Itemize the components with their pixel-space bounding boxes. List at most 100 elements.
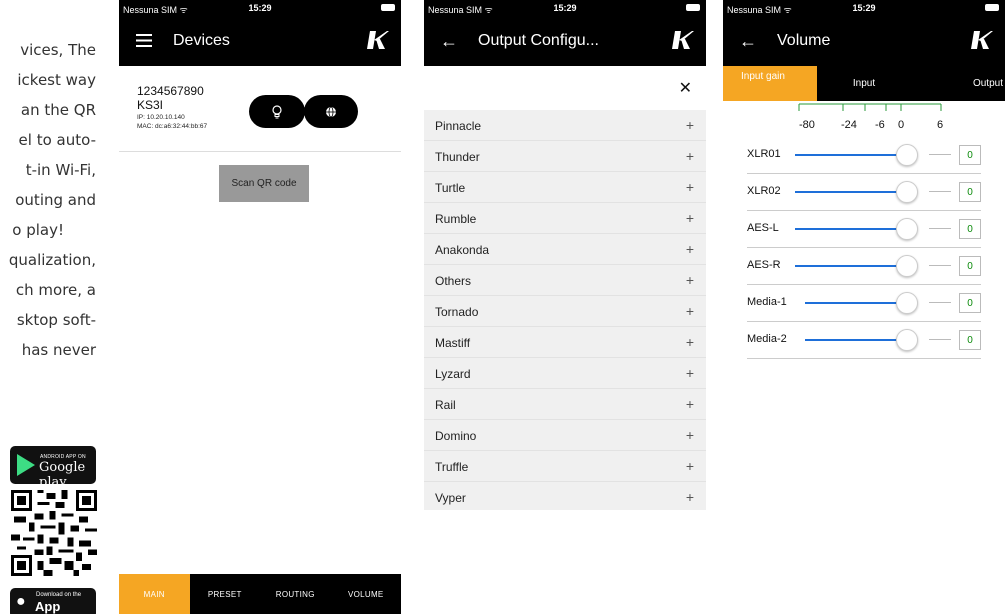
speaker-family-name: Lyzard [435,367,471,381]
speaker-family-item[interactable]: Pinnacle + [424,110,706,141]
app-bar: ← Volume [723,16,1005,66]
gain-value-field[interactable]: 0 [959,182,981,202]
channel-row: XLR02 0 [747,174,981,211]
speaker-family-item[interactable]: Thunder + [424,141,706,172]
channel-name: Media-2 [747,333,787,345]
scale-label: 0 [898,119,905,131]
tab-input-gain[interactable]: Input gain [723,66,817,101]
speaker-family-item[interactable]: Lyzard + [424,358,706,389]
arrow-left-icon[interactable]: ← [733,31,763,52]
apple-icon: ● [16,593,26,610]
slider-track-rest [929,302,951,303]
plus-icon[interactable]: + [686,179,694,195]
device-list-item[interactable]: 1234567890 KS3I IP: 10.20.10.140 MAC: dc… [119,66,401,152]
speaker-family-item[interactable]: Truffle + [424,451,706,482]
identify-button[interactable] [249,95,305,128]
qr-code-icon [11,490,97,576]
channel-row: XLR01 0 [747,137,981,174]
bulb-icon [272,104,282,118]
tab-label: Input gain [741,71,785,82]
plus-icon[interactable]: + [686,303,694,319]
close-icon[interactable]: ✕ [679,78,692,98]
plus-icon[interactable]: + [686,241,694,257]
promo-text-line: has never [21,341,96,359]
slider-knob[interactable] [896,255,918,277]
slider-track-rest [929,191,951,192]
k-logo-icon [971,31,993,49]
devices-screen: Nessuna SIM ᯤ 15:29 Devices 1234567890 K… [119,0,401,614]
channel-name: AES-L [747,222,779,234]
slider-track-filled [805,339,909,341]
speaker-family-item[interactable]: Turtle + [424,172,706,203]
channel-list: XLR01 0 XLR02 0 AES-L 0 AES-R 0 Media-1 0 Media-2 0 [723,137,1005,359]
channel-row: Media-1 0 [747,285,981,322]
google-play-badge[interactable]: ANDROID APP ON Google play [10,446,96,490]
menu-icon[interactable] [129,31,159,52]
speaker-family-item[interactable]: Domino + [424,420,706,451]
app-store-badge[interactable]: ● Download on the App Store [10,588,96,614]
tab-input[interactable]: Input [817,66,911,101]
slider-knob[interactable] [896,218,918,240]
plus-icon[interactable]: + [686,365,694,381]
plus-icon[interactable]: + [686,396,694,412]
scale-label: -24 [841,119,857,131]
slider-knob[interactable] [896,144,918,166]
speaker-family-name: Rail [435,398,456,412]
plus-icon[interactable]: + [686,489,694,505]
speaker-family-name: Turtle [435,181,466,195]
slider-knob[interactable] [896,329,918,351]
device-ip: IP: 10.20.10.140 [137,114,185,121]
slider-track-rest [929,228,951,229]
speaker-family-item[interactable]: Mastiff + [424,327,706,358]
gain-value-field[interactable]: 0 [959,330,981,350]
slider-track-filled [795,265,909,267]
gain-value-field[interactable]: 0 [959,219,981,239]
plus-icon[interactable]: + [686,334,694,350]
status-time: 15:29 [248,3,272,13]
volume-screen: Nessuna SIM ᯤ 15:29 ← Volume Input gain … [723,0,1005,430]
speaker-family-name: Anakonda [435,243,490,257]
speaker-family-item[interactable]: Anakonda + [424,234,706,265]
gain-value-field[interactable]: 0 [959,293,981,313]
apple-badge-small-text: Download on the [36,592,82,598]
plus-icon[interactable]: + [686,272,694,288]
nav-preset[interactable]: PRESET [190,574,261,614]
nav-volume[interactable]: VOLUME [331,574,402,614]
scan-qr-button[interactable]: Scan QR code [219,165,309,202]
speaker-family-item[interactable]: Others + [424,265,706,296]
nav-routing[interactable]: ROUTING [260,574,331,614]
speaker-family-item[interactable]: Rail + [424,389,706,420]
device-mac: MAC: dc:a6:32:44:bb:67 [137,123,208,130]
plus-icon[interactable]: + [686,458,694,474]
gain-scale: -80 -24 -6 0 6 [723,101,1005,137]
battery-icon [985,4,999,11]
page-title: Volume [777,32,831,49]
nav-main[interactable]: MAIN [119,574,190,614]
arrow-left-icon[interactable]: ← [434,31,464,52]
channel-row: AES-R 0 [747,248,981,285]
device-serial: 1234567890 [137,84,204,98]
tab-output[interactable]: Output [911,66,1005,101]
speaker-family-item[interactable]: Vyper + [424,482,706,510]
web-config-button[interactable] [304,95,358,128]
tab-label: Input [852,78,876,89]
status-bar: Nessuna SIM ᯤ 15:29 [424,0,706,16]
scale-label: 6 [937,119,944,131]
speaker-family-item[interactable]: Tornado + [424,296,706,327]
scale-ticks [798,103,942,111]
speaker-family-item[interactable]: Rumble + [424,203,706,234]
app-bar: ← Output Configu... [424,16,706,66]
plus-icon[interactable]: + [686,210,694,226]
slider-knob[interactable] [896,292,918,314]
speaker-family-name: Vyper [435,491,466,505]
google-play-icon [17,454,35,476]
slider-track-filled [795,228,909,230]
plus-icon[interactable]: + [686,148,694,164]
promo-text-line: o play! [12,221,64,239]
scale-label: -6 [875,119,885,131]
plus-icon[interactable]: + [686,117,694,133]
gain-value-field[interactable]: 0 [959,145,981,165]
plus-icon[interactable]: + [686,427,694,443]
gain-value-field[interactable]: 0 [959,256,981,276]
slider-knob[interactable] [896,181,918,203]
